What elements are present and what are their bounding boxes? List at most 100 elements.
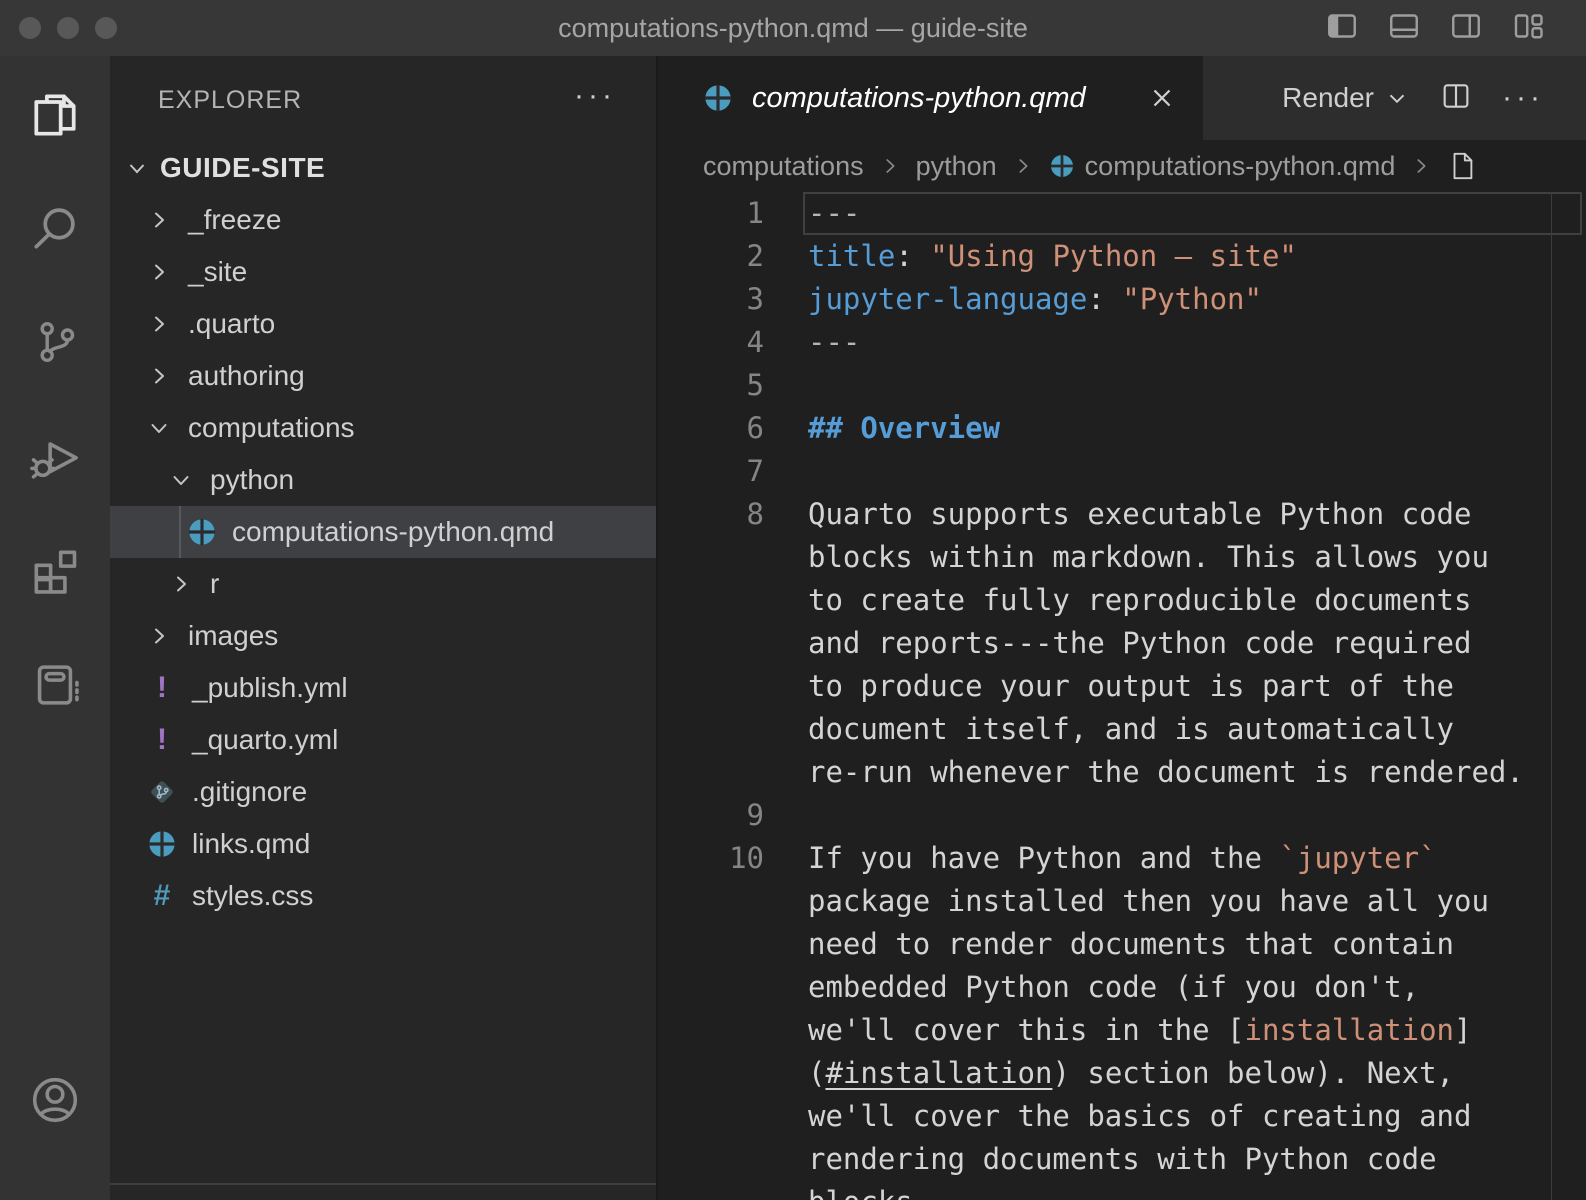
layout-sidebar-left-icon[interactable] (1324, 8, 1360, 49)
notebook-icon[interactable] (28, 658, 82, 712)
code-text: jupyter-language: "Python" (764, 278, 1262, 321)
explorer-more-actions-icon[interactable]: ··· (574, 86, 616, 106)
tree-item-computations[interactable]: computations (110, 402, 656, 454)
line-number (658, 665, 764, 708)
code-line: 6## Overview (658, 407, 1586, 450)
tab-computations-python[interactable]: computations-python.qmd (658, 56, 1203, 140)
tree-item-label: _quarto.yml (192, 724, 338, 756)
chevron-right-icon (146, 260, 172, 284)
chevron-down-icon (1384, 85, 1410, 111)
line-number: 1 (658, 192, 764, 235)
breadcrumb-item-python[interactable]: python (916, 151, 997, 182)
file-tree: _freeze_site.quartoauthoringcomputations… (110, 194, 656, 922)
file-icon (1447, 151, 1477, 181)
search-icon[interactable] (28, 201, 82, 255)
explorer-sidebar: EXPLORER ··· GUIDE-SITE _freeze_site.qua… (110, 56, 658, 1200)
breadcrumb-label: python (916, 151, 997, 182)
code-line: to produce your output is part of the (658, 665, 1586, 708)
code-text: ## Overview (764, 407, 1000, 450)
code-text: we'll cover the basics of creating and (764, 1095, 1471, 1138)
chevron-right-icon (146, 208, 172, 232)
tree-item-authoring[interactable]: authoring (110, 350, 656, 402)
line-number: 4 (658, 321, 764, 364)
tree-item-styles-css[interactable]: #styles.css (110, 870, 656, 922)
explorer-icon[interactable] (28, 88, 82, 142)
close-icon[interactable] (1147, 83, 1177, 113)
breadcrumb-item-computations-python-qmd[interactable]: computations-python.qmd (1049, 151, 1396, 182)
code-line: package installed then you have all you (658, 880, 1586, 923)
git-icon (146, 777, 178, 807)
yaml-icon: ! (146, 673, 178, 703)
code-editor[interactable]: 1---2title: "Using Python — site"3jupyte… (658, 192, 1586, 1200)
code-text: --- (764, 192, 860, 235)
breadcrumb-item-computations[interactable]: computations (703, 151, 864, 182)
code-text: title: "Using Python — site" (764, 235, 1297, 278)
tree-item-r[interactable]: r (110, 558, 656, 610)
title-bar: computations-python.qmd — guide-site (0, 0, 1586, 56)
tree-item-label: .quarto (188, 308, 275, 340)
code-text: blocks within markdown. This allows you (764, 536, 1489, 579)
account-icon[interactable] (28, 1073, 82, 1127)
line-number (658, 751, 764, 794)
code-text: Quarto supports executable Python code (764, 493, 1471, 536)
sidebar-section-guide-site[interactable]: GUIDE-SITE (110, 142, 656, 194)
source-control-icon[interactable] (28, 315, 82, 369)
extensions-icon[interactable] (28, 544, 82, 598)
code-text: embedded Python code (if you don't, (764, 966, 1419, 1009)
render-button[interactable]: Render (1282, 82, 1410, 114)
line-number: 9 (658, 794, 764, 837)
code-line: we'll cover the basics of creating and (658, 1095, 1586, 1138)
code-line: (#installation) section below). Next, (658, 1052, 1586, 1095)
tree-item-images[interactable]: images (110, 610, 656, 662)
chevron-down-icon (124, 156, 150, 180)
line-number: 5 (658, 364, 764, 407)
line-number (658, 880, 764, 923)
line-number (658, 1138, 764, 1181)
breadcrumb: computations python computations-python.q… (658, 140, 1586, 192)
line-number: 10 (658, 837, 764, 880)
line-number (658, 923, 764, 966)
tree-item-label: styles.css (192, 880, 313, 912)
tree-item--quarto-yml[interactable]: !_quarto.yml (110, 714, 656, 766)
chevron-down-icon (168, 468, 194, 492)
line-number: 3 (658, 278, 764, 321)
split-editor-icon[interactable] (1440, 80, 1472, 117)
code-text: rendering documents with Python code (764, 1138, 1437, 1181)
quarto-icon (702, 83, 734, 113)
tree-item-label: _freeze (188, 204, 281, 236)
tree-item--publish-yml[interactable]: !_publish.yml (110, 662, 656, 714)
activity-bar (0, 56, 110, 1200)
line-number (658, 622, 764, 665)
code-line: 4--- (658, 321, 1586, 364)
tree-item-label: .gitignore (192, 776, 307, 808)
code-line: 7 (658, 450, 1586, 493)
code-line: document itself, and is automatically (658, 708, 1586, 751)
outline-section[interactable]: OUTLINE (110, 1183, 656, 1200)
line-number: 8 (658, 493, 764, 536)
tree-item--site[interactable]: _site (110, 246, 656, 298)
tree-item-python[interactable]: python (110, 454, 656, 506)
quarto-icon (146, 829, 178, 859)
tree-item--quarto[interactable]: .quarto (110, 298, 656, 350)
more-actions-icon[interactable]: ··· (1502, 88, 1544, 108)
code-line: embedded Python code (if you don't, (658, 966, 1586, 1009)
editor-group: computations-python.qmd Render ··· compu… (658, 56, 1586, 1200)
tree-item--gitignore[interactable]: .gitignore (110, 766, 656, 818)
tab-label: computations-python.qmd (752, 82, 1086, 115)
breadcrumb-item[interactable] (1447, 151, 1477, 181)
tree-item-links-qmd[interactable]: links.qmd (110, 818, 656, 870)
tree-item-computations-python-qmd[interactable]: computations-python.qmd (110, 506, 656, 558)
layout-sidebar-right-icon[interactable] (1448, 8, 1484, 49)
tree-item-label: python (210, 464, 294, 496)
chevron-right-icon (879, 155, 901, 177)
code-text: to produce your output is part of the (764, 665, 1454, 708)
code-text: blocks. (764, 1181, 930, 1200)
customize-layout-icon[interactable] (1510, 8, 1546, 49)
code-line: re-run whenever the document is rendered… (658, 751, 1586, 794)
run-debug-icon[interactable] (28, 430, 82, 484)
code-text: need to render documents that contain (764, 923, 1454, 966)
code-line: 10If you have Python and the `jupyter` (658, 837, 1586, 880)
tree-item--freeze[interactable]: _freeze (110, 194, 656, 246)
layout-panel-icon[interactable] (1386, 8, 1422, 49)
code-line: 8Quarto supports executable Python code (658, 493, 1586, 536)
